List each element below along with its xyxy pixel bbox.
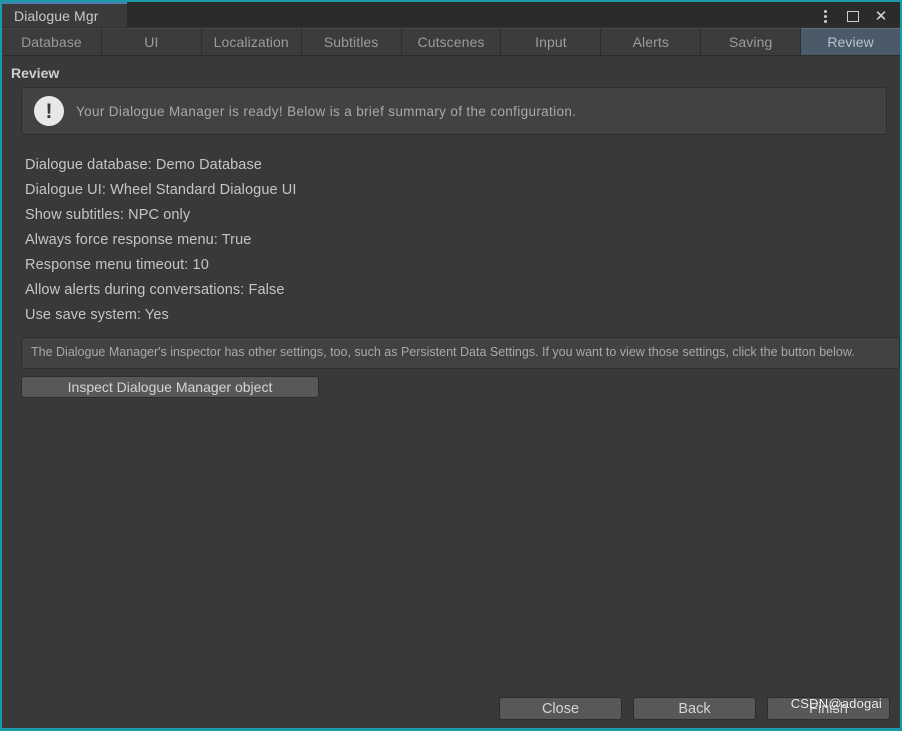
tab-subtitles[interactable]: Subtitles: [301, 28, 402, 55]
info-helpbox: ! Your Dialogue Manager is ready! Below …: [21, 87, 887, 135]
tab-input[interactable]: Input: [501, 28, 602, 55]
finish-button-label: Finish: [809, 700, 848, 717]
tab-label: Localization: [213, 34, 289, 50]
tab-label: Saving: [728, 34, 773, 50]
close-button[interactable]: Close: [499, 697, 622, 720]
summary-item-show-subtitles: Show subtitles: NPC only: [25, 207, 191, 223]
tab-database[interactable]: Database: [2, 28, 102, 55]
dialogue-manager-wizard-window: Dialogue Mgr ✕ Database UI Localization …: [0, 0, 902, 731]
kebab-dots: [823, 9, 827, 23]
exclamation-glyph: !: [45, 99, 53, 123]
tab-label: Database: [21, 34, 82, 50]
note-helpbox: The Dialogue Manager's inspector has oth…: [21, 337, 900, 369]
summary-item-dialogue-ui: Dialogue UI: Wheel Standard Dialogue UI: [25, 182, 297, 198]
finish-button[interactable]: Finish: [767, 697, 890, 720]
maximize-square: [847, 10, 859, 22]
inspect-button-label: Inspect Dialogue Manager object: [67, 379, 273, 395]
tab-review[interactable]: Review: [801, 28, 900, 55]
wizard-footer: Close Back Finish: [2, 697, 900, 720]
tab-label: Input: [535, 34, 567, 50]
back-button[interactable]: Back: [633, 697, 756, 720]
info-helpbox-text: Your Dialogue Manager is ready! Below is…: [76, 103, 577, 119]
tab-label: Alerts: [632, 34, 669, 50]
summary-item-response-menu-timeout: Response menu timeout: 10: [25, 257, 209, 273]
summary-item-use-save-system: Use save system: Yes: [25, 307, 169, 323]
tab-ui[interactable]: UI: [101, 28, 202, 55]
window-tab-dialogue-mgr[interactable]: Dialogue Mgr: [2, 2, 127, 27]
window-controls: ✕: [812, 5, 894, 27]
configuration-summary-list: Dialogue database: Demo Database Dialogu…: [2, 143, 900, 328]
back-button-label: Back: [678, 700, 711, 717]
tab-label: Cutscenes: [417, 34, 485, 50]
wizard-tabstrip: Database UI Localization Subtitles Cutsc…: [2, 27, 900, 56]
tab-label: Subtitles: [323, 34, 379, 50]
inspect-dialogue-manager-object-button[interactable]: Inspect Dialogue Manager object: [21, 376, 319, 398]
window-titlebar: Dialogue Mgr ✕: [2, 0, 900, 27]
overflow-menu-icon[interactable]: [812, 5, 838, 27]
speech-bubble-exclamation-icon: !: [34, 96, 64, 128]
tab-alerts[interactable]: Alerts: [601, 28, 702, 55]
summary-item-always-force-response-menu: Always force response menu: True: [25, 232, 252, 248]
page-title: Review: [11, 65, 60, 81]
summary-item-allow-alerts: Allow alerts during conversations: False: [25, 282, 285, 298]
review-panel: Review ! Your Dialogue Manager is ready!…: [2, 56, 900, 398]
tab-label: UI: [144, 34, 159, 50]
tab-cutscenes[interactable]: Cutscenes: [401, 28, 502, 55]
summary-item-dialogue-database: Dialogue database: Demo Database: [25, 157, 262, 173]
maximize-icon[interactable]: [840, 5, 866, 27]
close-glyph: ✕: [874, 6, 888, 25]
tab-saving[interactable]: Saving: [701, 28, 802, 55]
tab-label: Review: [827, 34, 874, 50]
close-button-label: Close: [541, 700, 580, 717]
window-title-label: Dialogue Mgr: [14, 7, 99, 24]
tab-localization[interactable]: Localization: [201, 28, 302, 55]
close-icon[interactable]: ✕: [868, 5, 894, 27]
